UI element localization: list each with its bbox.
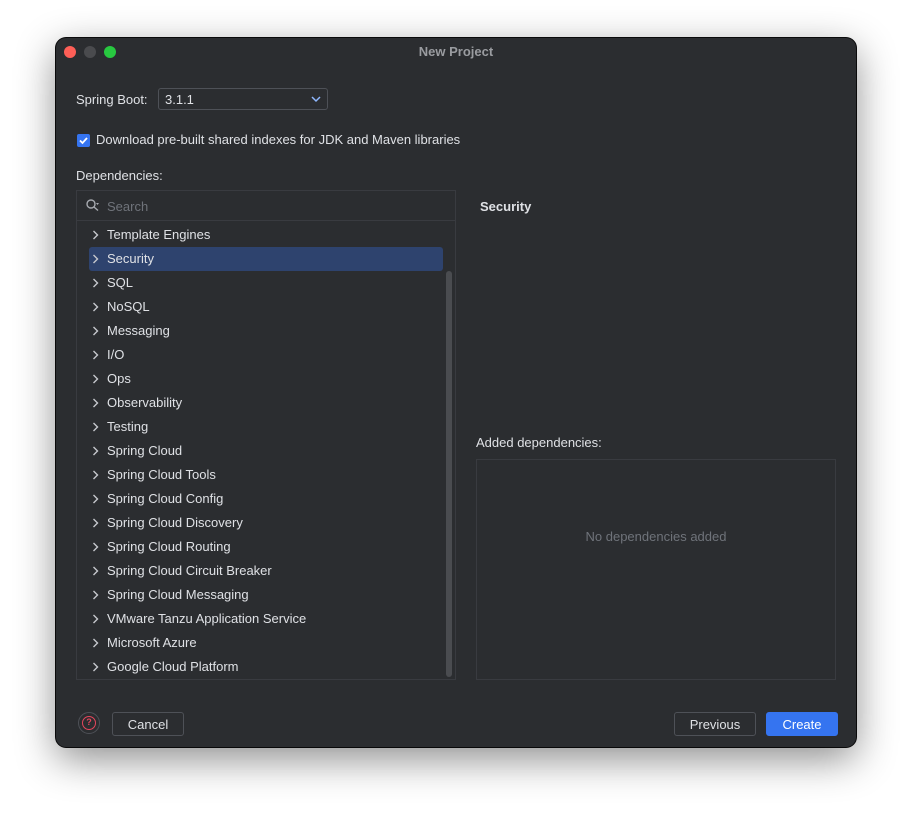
tree-item-label: Ops xyxy=(107,371,131,386)
tree-item-label: NoSQL xyxy=(107,299,150,314)
cancel-button[interactable]: Cancel xyxy=(112,712,184,736)
tree-item[interactable]: Spring Cloud Messaging xyxy=(89,583,443,607)
tree-item[interactable]: Microsoft Azure xyxy=(89,631,443,655)
download-indexes-checkbox[interactable] xyxy=(77,134,90,147)
tree-item-label: Google Cloud Platform xyxy=(107,659,239,674)
dependencies-scrollbar[interactable] xyxy=(446,271,452,677)
chevron-right-icon[interactable] xyxy=(92,374,99,384)
checkmark-icon xyxy=(79,137,88,145)
tree-item-label: VMware Tanzu Application Service xyxy=(107,611,307,626)
spring-boot-version-select[interactable]: 3.1.1 xyxy=(158,88,328,110)
tree-item[interactable]: Ops xyxy=(89,367,443,391)
new-project-dialog: New Project Spring Boot: 3.1.1 Download … xyxy=(56,38,856,747)
chevron-right-icon[interactable] xyxy=(92,398,99,408)
added-dependencies-list: No dependencies added xyxy=(476,459,836,680)
chevron-right-icon[interactable] xyxy=(92,518,99,528)
dependencies-tree-panel: Template Engines Security SQL NoSQL Messagin… xyxy=(76,190,456,680)
tree-item[interactable]: Google Cloud Platform xyxy=(89,655,443,679)
create-button[interactable]: Create xyxy=(766,712,838,736)
tree-item-label: Microsoft Azure xyxy=(107,635,197,650)
chevron-right-icon[interactable] xyxy=(92,542,99,552)
dependencies-label: Dependencies: xyxy=(76,168,163,183)
tree-item[interactable]: SQL xyxy=(89,271,443,295)
tree-item[interactable]: Spring Cloud Discovery xyxy=(89,511,443,535)
chevron-right-icon[interactable] xyxy=(92,662,99,672)
chevron-right-icon[interactable] xyxy=(92,614,99,624)
spring-boot-version-value: 3.1.1 xyxy=(165,92,194,107)
tree-item-label: Spring Cloud Config xyxy=(107,491,224,506)
tree-item-label: Spring Cloud Messaging xyxy=(107,587,249,602)
dependency-categories-tree: Template Engines Security SQL NoSQL Messagin… xyxy=(77,223,447,679)
tree-item-label: I/O xyxy=(107,347,125,362)
chevron-right-icon[interactable] xyxy=(92,302,99,312)
chevron-right-icon[interactable] xyxy=(92,638,99,648)
tree-item-label: SQL xyxy=(107,275,134,290)
chevron-right-icon[interactable] xyxy=(92,230,99,240)
chevron-right-icon[interactable] xyxy=(92,566,99,576)
tree-item-label: Observability xyxy=(107,395,183,410)
chevron-right-icon[interactable] xyxy=(92,446,99,456)
previous-button[interactable]: Previous xyxy=(674,712,756,736)
tree-item[interactable]: Observability xyxy=(89,391,443,415)
no-dependencies-message: No dependencies added xyxy=(585,529,727,544)
chevron-right-icon[interactable] xyxy=(92,278,99,288)
tree-item-label: Spring Cloud Discovery xyxy=(107,515,243,530)
chevron-down-icon xyxy=(311,96,321,103)
scrollbar-thumb[interactable] xyxy=(446,271,452,677)
tree-item[interactable]: Template Engines xyxy=(89,223,443,247)
chevron-right-icon[interactable] xyxy=(92,350,99,360)
download-indexes-label[interactable]: Download pre-built shared indexes for JD… xyxy=(96,132,460,147)
tree-item[interactable]: VMware Tanzu Application Service xyxy=(89,607,443,631)
search-icon xyxy=(86,199,99,212)
tree-item[interactable]: Messaging xyxy=(89,319,443,343)
tree-item[interactable]: Testing xyxy=(89,415,443,439)
chevron-right-icon[interactable] xyxy=(92,326,99,336)
chevron-right-icon[interactable] xyxy=(92,590,99,600)
tree-item[interactable]: I/O xyxy=(89,343,443,367)
tree-item-label: Spring Cloud Tools xyxy=(107,467,216,482)
spring-boot-label: Spring Boot: xyxy=(76,92,148,107)
help-icon: ? xyxy=(82,716,96,730)
help-button[interactable]: ? xyxy=(78,712,100,734)
tree-item[interactable]: Spring Cloud Circuit Breaker xyxy=(89,559,443,583)
title-bar: New Project xyxy=(56,38,856,66)
added-dependencies-label: Added dependencies: xyxy=(476,435,602,450)
tree-item-label: Spring Cloud xyxy=(107,443,183,458)
tree-item-label: Testing xyxy=(107,419,149,434)
tree-item-label: Messaging xyxy=(107,323,170,338)
tree-item-label: Spring Cloud Circuit Breaker xyxy=(107,563,272,578)
dependencies-search-bar xyxy=(77,191,455,221)
tree-item-label: Spring Cloud Routing xyxy=(107,539,231,554)
tree-item[interactable]: Spring Cloud Tools xyxy=(89,463,443,487)
tree-item-label: Security xyxy=(107,251,154,266)
chevron-right-icon[interactable] xyxy=(92,470,99,480)
tree-item[interactable]: Security xyxy=(89,247,443,271)
window-title: New Project xyxy=(418,44,494,59)
chevron-right-icon[interactable] xyxy=(92,494,99,504)
tree-item-label: Template Engines xyxy=(107,227,211,242)
tree-item[interactable]: NoSQL xyxy=(89,295,443,319)
chevron-right-icon[interactable] xyxy=(92,422,99,432)
tree-item[interactable]: Spring Cloud xyxy=(89,439,443,463)
chevron-right-icon[interactable] xyxy=(92,254,99,264)
tree-item[interactable]: Spring Cloud Routing xyxy=(89,535,443,559)
tree-item[interactable]: Spring Cloud Config xyxy=(89,487,443,511)
selected-category-title: Security xyxy=(480,199,532,214)
dependencies-search-input[interactable] xyxy=(107,198,437,214)
